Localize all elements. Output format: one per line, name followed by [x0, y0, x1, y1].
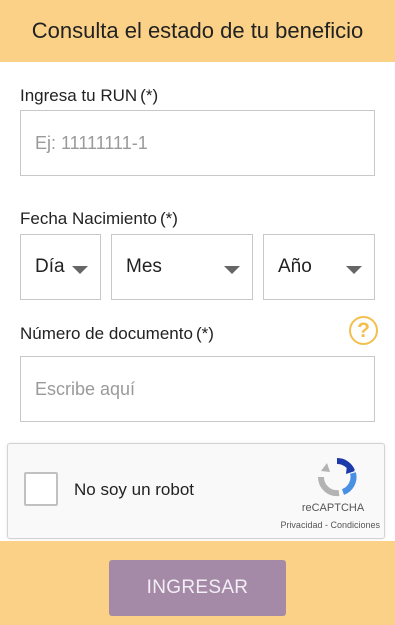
recaptcha-label: No soy un robot	[74, 480, 195, 499]
recaptcha-links: Privacidad - Condiciones	[248, 520, 380, 530]
recaptcha-widget: No soy un robot reCAPTCHA Privacidad - C…	[7, 443, 385, 539]
year-select-value: Año	[278, 256, 312, 277]
run-input-placeholder: Ej: 11111111-1	[35, 132, 148, 153]
chevron-down-icon	[224, 266, 240, 274]
recaptcha-checkbox[interactable]	[24, 472, 58, 506]
chevron-down-icon	[72, 266, 88, 274]
page-title: Consulta el estado de tu beneficio	[31, 18, 364, 43]
chevron-down-icon	[346, 266, 362, 274]
month-select-value: Mes	[126, 256, 162, 277]
privacy-link[interactable]: Privacidad	[280, 520, 322, 530]
day-select[interactable]: Día	[20, 234, 101, 300]
help-icon-glyph: ?	[357, 318, 370, 342]
recaptcha-brand: reCAPTCHA	[301, 502, 365, 514]
birthdate-label: Fecha Nacimiento (*)	[20, 209, 178, 229]
run-label-text: Ingresa tu RUN	[20, 86, 138, 105]
submit-button[interactable]: INGRESAR	[109, 560, 286, 616]
document-label-text: Número de documento	[20, 324, 193, 343]
recaptcha-logo-icon	[317, 457, 357, 497]
year-select[interactable]: Año	[263, 234, 375, 300]
benefit-status-page: Consulta el estado de tu beneficio Ingre…	[0, 0, 395, 625]
terms-link[interactable]: Condiciones	[330, 520, 380, 530]
run-input[interactable]: Ej: 11111111-1	[20, 110, 375, 176]
run-required-mark: (*)	[140, 86, 159, 105]
page-header: Consulta el estado de tu beneficio	[0, 0, 395, 62]
document-label: Número de documento (*)	[20, 324, 214, 344]
day-select-value: Día	[35, 256, 65, 277]
document-input-placeholder: Escribe aquí	[35, 378, 136, 399]
help-circle-icon[interactable]: ?	[349, 316, 378, 345]
birthdate-required-mark: (*)	[160, 209, 178, 228]
month-select[interactable]: Mes	[111, 234, 253, 300]
document-required-mark: (*)	[195, 324, 214, 343]
birthdate-label-text: Fecha Nacimiento	[20, 209, 158, 228]
document-input[interactable]: Escribe aquí	[20, 356, 375, 422]
run-label: Ingresa tu RUN (*)	[20, 86, 158, 106]
